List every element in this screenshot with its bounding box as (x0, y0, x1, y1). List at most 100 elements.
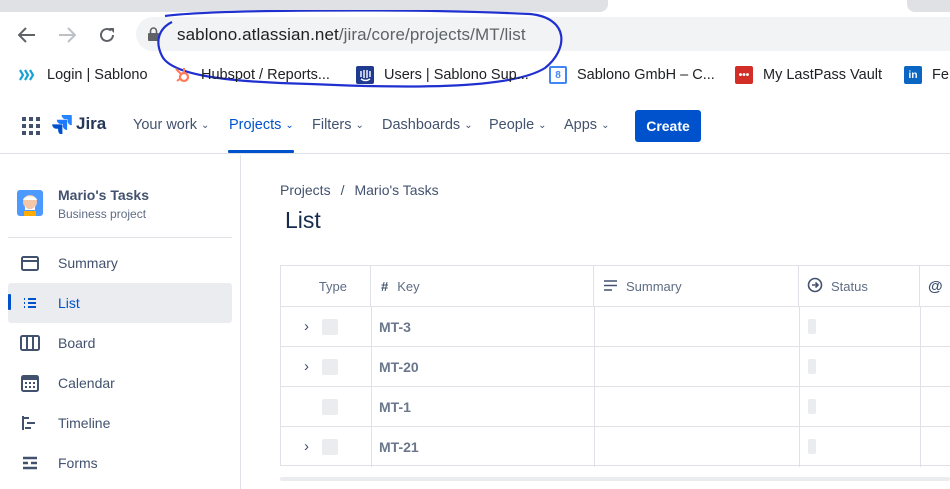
bookmark-label: Users | Sablono Sup... (384, 67, 529, 83)
summary-icon (20, 254, 40, 272)
breadcrumb: Projects / Mario's Tasks (280, 182, 439, 198)
column-header-assignee[interactable]: @ (920, 266, 950, 306)
arrow-left-icon (18, 27, 35, 43)
column-header-label: Summary (626, 278, 682, 294)
nav-projects[interactable]: Projects ⌄ (229, 117, 294, 133)
sidebar-item-summary[interactable]: Summary (8, 243, 232, 283)
create-button[interactable]: Create (635, 110, 701, 142)
sidebar-item-label: Board (58, 335, 96, 351)
column-header-type[interactable]: Type (281, 266, 371, 306)
breadcrumb-projects[interactable]: Projects (280, 182, 331, 198)
breadcrumb-separator: / (340, 182, 345, 198)
column-header-label: Key (397, 278, 420, 294)
chevron-down-icon: ⌄ (285, 119, 294, 131)
sidebar-item-timeline[interactable]: Timeline (8, 403, 232, 443)
bookmark-label: Hubspot / Reports... (201, 67, 330, 83)
chevron-down-icon: ⌄ (538, 119, 547, 131)
sidebar-item-label: Summary (58, 255, 118, 271)
column-header-label: Type (318, 278, 347, 294)
nav-your-work[interactable]: Your work ⌄ (133, 117, 209, 133)
issue-type-placeholder (322, 439, 338, 455)
breadcrumb-project[interactable]: Mario's Tasks (354, 182, 438, 198)
issue-type-placeholder (322, 319, 338, 335)
linkedin-icon: in (904, 66, 922, 84)
nav-label: Projects (229, 117, 282, 133)
calendar-icon (20, 374, 40, 392)
jira-logo-icon (52, 115, 72, 134)
bookmark-lastpass[interactable]: ••• My LastPass Vault (735, 64, 882, 86)
issue-table: Type # Key Summary Status @ › MT-3 › MT-… (280, 265, 950, 467)
sidebar-item-calendar[interactable]: Calendar (8, 363, 232, 403)
status-placeholder (808, 399, 816, 414)
chevron-right-icon[interactable]: › (304, 358, 309, 375)
bookmark-linkedin[interactable]: in Fe (904, 64, 949, 86)
lastpass-icon: ••• (735, 66, 753, 84)
forms-icon (20, 454, 40, 472)
back-button[interactable] (12, 20, 42, 50)
issue-key[interactable]: MT-1 (379, 399, 411, 415)
column-header-label: @ (928, 277, 943, 295)
nav-label: Your work (133, 117, 197, 133)
nav-filters[interactable]: Filters ⌄ (312, 117, 364, 133)
bookmark-intercom[interactable]: Users | Sablono Sup... (356, 64, 529, 86)
sidebar-divider (8, 237, 232, 238)
bookmark-calendar[interactable]: 8 Sablono GmbH – C... (549, 64, 715, 86)
active-item-indicator (8, 294, 11, 310)
hash-icon: # (381, 278, 389, 294)
table-row[interactable]: › MT-21 (281, 426, 950, 467)
column-header-summary[interactable]: Summary (594, 266, 799, 306)
browser-tab-right[interactable] (907, 0, 950, 12)
nav-apps[interactable]: Apps ⌄ (564, 117, 609, 133)
nav-label: People (489, 117, 535, 133)
nav-label: Apps (564, 117, 598, 133)
project-type: Business project (58, 207, 147, 221)
bookmark-label: My LastPass Vault (763, 67, 883, 83)
chevron-right-icon[interactable]: › (304, 438, 309, 455)
project-name[interactable]: Mario's Tasks (58, 187, 149, 203)
address-bar-row: sablono.atlassian.net/jira/core/projects… (0, 10, 950, 88)
jira-logo-text: Jira (76, 114, 107, 133)
sidebar-item-label: Forms (58, 455, 98, 471)
issue-type-placeholder (322, 359, 338, 375)
table-row[interactable]: › MT-3 (281, 306, 950, 347)
nav-label: Dashboards (382, 117, 461, 133)
bookmark-hubspot[interactable]: Hubspot / Reports... (173, 64, 330, 86)
nav-dashboards[interactable]: Dashboards ⌄ (382, 117, 473, 133)
project-avatar[interactable] (17, 190, 43, 216)
chevron-right-icon[interactable]: › (304, 318, 309, 335)
jira-logo[interactable]: Jira (52, 114, 106, 134)
reload-button[interactable] (92, 20, 122, 50)
reload-icon (100, 27, 114, 42)
horizontal-scrollbar[interactable] (280, 477, 950, 481)
sidebar-item-label: Calendar (58, 375, 115, 391)
bookmarks-bar: Login | Sablono Hubspot / Reports... Use… (0, 58, 950, 92)
column-header-label: Status (831, 278, 868, 294)
sidebar-item-forms[interactable]: Forms (8, 443, 232, 483)
nav-people[interactable]: People ⌄ (489, 117, 547, 133)
sidebar-item-list[interactable]: List (8, 283, 232, 323)
status-arrow-circle-icon (807, 277, 823, 296)
table-row[interactable]: › MT-20 (281, 346, 950, 387)
summary-lines-icon (604, 279, 617, 294)
chevron-down-icon: ⌄ (200, 119, 210, 131)
app-switcher-icon[interactable] (22, 117, 40, 135)
issue-key[interactable]: MT-21 (379, 439, 419, 455)
status-placeholder (808, 359, 816, 374)
column-header-key[interactable]: # Key (371, 266, 594, 306)
project-sidebar: Mario's Tasks Business project Summary L… (0, 155, 241, 489)
forward-button[interactable] (52, 20, 82, 50)
bookmark-login-sablono[interactable]: Login | Sablono (19, 64, 148, 86)
status-placeholder (808, 319, 816, 334)
list-icon (20, 294, 40, 312)
jira-top-nav: Jira Your work ⌄ Projects ⌄ Filters ⌄ Dashb… (0, 98, 950, 154)
sidebar-item-board[interactable]: Board (8, 323, 232, 363)
status-placeholder (808, 439, 816, 454)
table-row[interactable]: MT-1 (281, 386, 950, 427)
timeline-icon (20, 414, 40, 432)
bookmark-label: Fe (932, 67, 949, 83)
issue-key[interactable]: MT-3 (379, 319, 411, 335)
column-header-status[interactable]: Status (799, 266, 920, 306)
nav-label: Filters (312, 117, 352, 133)
issue-key[interactable]: MT-20 (379, 359, 419, 375)
intercom-icon (356, 66, 374, 84)
